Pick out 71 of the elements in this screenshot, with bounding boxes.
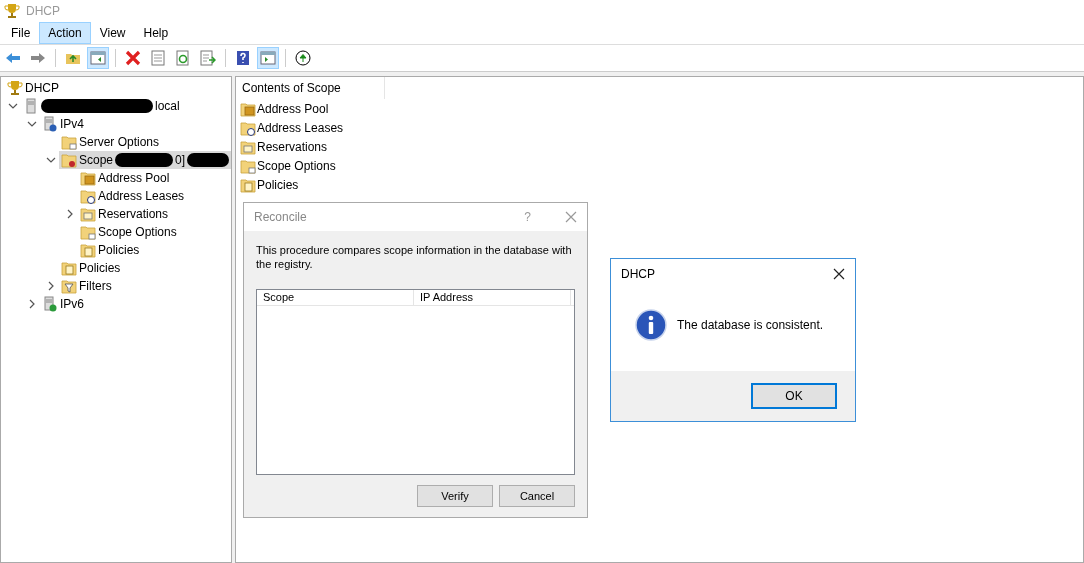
help-icon[interactable]: [235, 50, 251, 66]
tree-item[interactable]: IPv6: [40, 295, 86, 313]
delete-icon[interactable]: [125, 50, 141, 66]
folder-icon: [80, 242, 96, 258]
tree-item[interactable]: Scope Options: [78, 223, 179, 241]
menu-item[interactable]: Action: [39, 22, 91, 44]
column-header[interactable]: IP Address: [414, 290, 571, 305]
info-icon: [635, 309, 667, 341]
folder-icon: [80, 170, 96, 186]
chevron-right-icon[interactable]: [46, 281, 56, 291]
tree-item[interactable]: IPv4: [40, 115, 86, 133]
tree-item[interactable]: Policies: [78, 241, 142, 259]
folder-icon: [240, 119, 256, 136]
folder-icon: [240, 157, 256, 174]
folder-icon: [61, 278, 77, 294]
list-item[interactable]: Address Leases: [257, 120, 344, 135]
ok-button[interactable]: OK: [751, 383, 837, 409]
dialog-title: DHCP: [621, 267, 656, 281]
redaction-mark: [115, 153, 173, 167]
chevron-right-icon[interactable]: [27, 299, 37, 309]
trophy-icon: [4, 3, 20, 19]
list-item[interactable]: Policies: [257, 177, 299, 192]
menu-item[interactable]: View: [90, 22, 135, 44]
chevron-down-icon[interactable]: [27, 119, 37, 129]
tree-item[interactable]: Address Pool: [78, 169, 172, 187]
forward-arrow-icon[interactable]: [30, 50, 46, 66]
tree-item[interactable]: DHCP: [5, 79, 61, 97]
tree-item[interactable]: Server Options: [59, 133, 162, 151]
message-text: The database is consistent.: [677, 318, 824, 332]
server-icon: [42, 116, 58, 132]
start-icon[interactable]: [295, 50, 311, 66]
tree-item[interactable]: Address Leases: [78, 187, 187, 205]
folder-icon: [240, 100, 256, 117]
folder-icon: [80, 224, 96, 240]
export-list-icon[interactable]: [200, 50, 216, 66]
dialog-title: Reconcile: [254, 210, 308, 224]
action-pane-icon[interactable]: [260, 50, 276, 66]
folder-icon: [61, 134, 77, 150]
server-icon: [42, 296, 58, 312]
back-arrow-icon[interactable]: [5, 50, 21, 66]
window-title: DHCP: [26, 4, 60, 18]
menu-item[interactable]: Help: [134, 22, 178, 44]
tree-item[interactable]: Filters: [59, 277, 114, 295]
list-item[interactable]: Reservations: [257, 139, 328, 154]
list-item[interactable]: Address Pool: [257, 101, 329, 116]
column-header[interactable]: Contents of Scope: [236, 77, 385, 99]
tree-item[interactable]: Scope 0]: [58, 151, 231, 169]
server-icon: [23, 98, 39, 114]
chevron-down-icon[interactable]: [45, 155, 56, 165]
menu-item[interactable]: File: [2, 22, 40, 44]
folder-icon: [61, 260, 77, 276]
list-item[interactable]: Scope Options: [257, 158, 336, 173]
cancel-button[interactable]: Cancel: [499, 485, 575, 507]
folder-icon: [80, 206, 96, 222]
redaction-mark: [187, 153, 229, 167]
chevron-down-icon[interactable]: [8, 101, 18, 111]
close-icon[interactable]: [833, 268, 845, 280]
refresh-icon[interactable]: [175, 50, 191, 66]
chevron-right-icon[interactable]: [65, 209, 75, 219]
tree-item[interactable]: Reservations: [78, 205, 171, 223]
trophy-icon: [7, 80, 23, 96]
dialog-message: This procedure compares scope information in the database with the registry.: [256, 243, 573, 271]
console-tree-icon[interactable]: [90, 50, 106, 66]
verify-button[interactable]: Verify: [417, 485, 493, 507]
folder-icon: [240, 138, 256, 155]
folder-icon: [60, 152, 77, 168]
folder-icon: [80, 188, 96, 204]
tree-item[interactable]: Policies: [59, 259, 123, 277]
folder-icon: [240, 176, 256, 193]
tree-item[interactable]: local: [21, 97, 182, 115]
column-header[interactable]: Scope: [257, 290, 414, 305]
